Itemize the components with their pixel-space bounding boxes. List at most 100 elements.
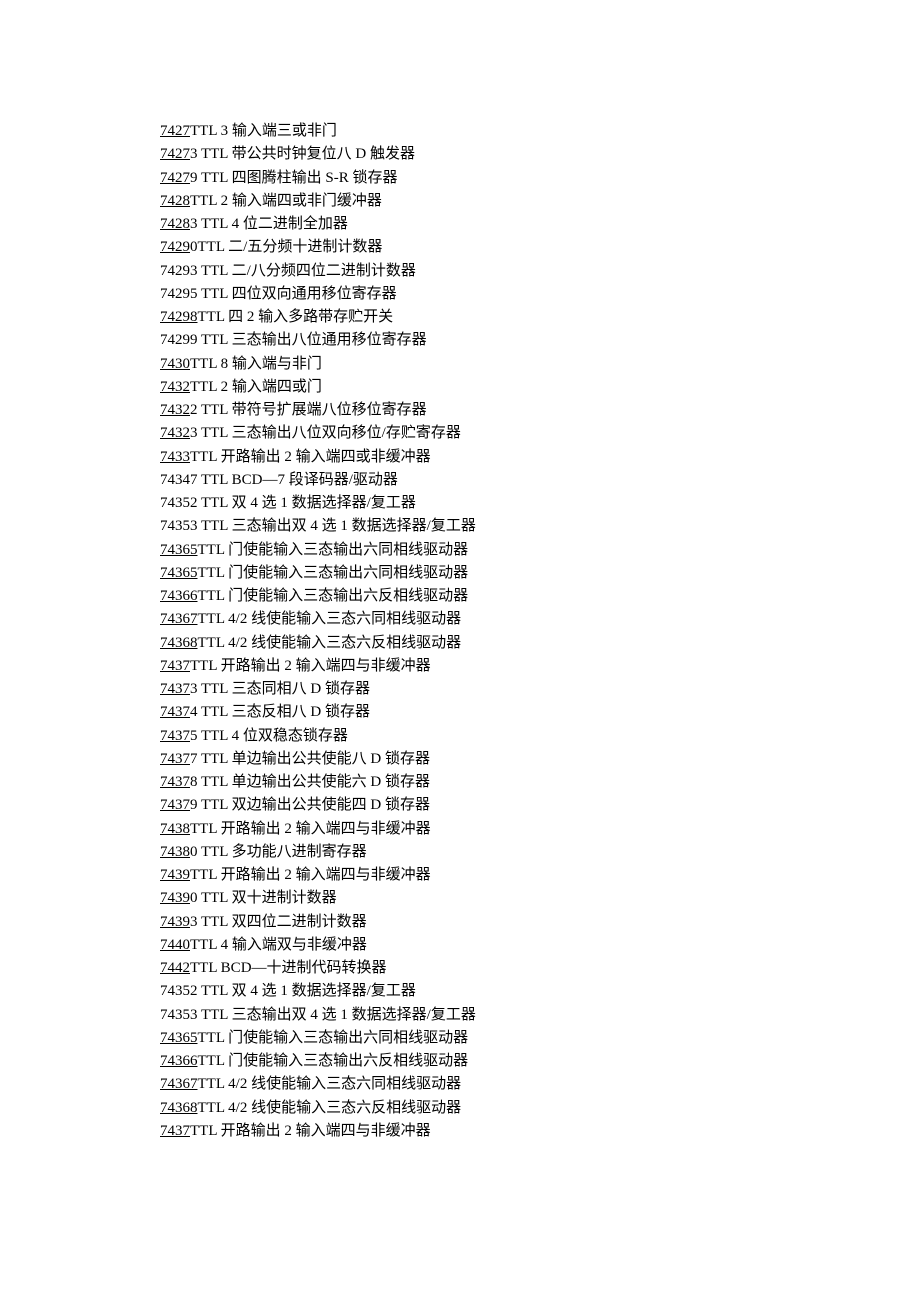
list-item: 74352 TTL 双 4 选 1 数据选择器/复工器	[160, 492, 920, 515]
list-item: 74352 TTL 双 4 选 1 数据选择器/复工器	[160, 980, 920, 1003]
list-item: 74279 TTL 四图腾柱输出 S-R 锁存器	[160, 167, 920, 190]
part-description: TTL 2 输入端四或非门缓冲器	[190, 193, 382, 209]
part-description: TTL 开路输出 2 输入端四与非缓冲器	[190, 658, 431, 674]
part-number-link[interactable]: 7437	[160, 774, 190, 790]
part-number-link[interactable]: 7429	[160, 239, 190, 255]
list-item: 74368TTL 4/2 线使能输入三态六反相线驱动器	[160, 632, 920, 655]
part-description: TTL 4 输入端双与非缓冲器	[190, 937, 367, 953]
part-description: 74293 TTL 二/八分频四位二进制计数器	[160, 263, 416, 279]
part-description: TTL 4/2 线使能输入三态六同相线驱动器	[198, 1076, 462, 1092]
list-item: 74366TTL 门使能输入三态输出六反相线驱动器	[160, 585, 920, 608]
list-item: 74367TTL 4/2 线使能输入三态六同相线驱动器	[160, 608, 920, 631]
list-item: 74365TTL 门使能输入三态输出六同相线驱动器	[160, 562, 920, 585]
part-number-link[interactable]: 74365	[160, 542, 198, 558]
part-description: 3 TTL 带公共时钟复位八 D 触发器	[190, 146, 415, 162]
part-number-link[interactable]: 74368	[160, 635, 198, 651]
part-number-link[interactable]: 74298	[160, 309, 198, 325]
part-number-link[interactable]: 74366	[160, 1053, 198, 1069]
part-number-link[interactable]: 74366	[160, 588, 198, 604]
part-number-link[interactable]: 7432	[160, 402, 190, 418]
list-item: 74290TTL 二/五分频十进制计数器	[160, 236, 920, 259]
part-number-link[interactable]: 74368	[160, 1100, 198, 1116]
part-description: TTL 8 输入端与非门	[190, 356, 322, 372]
list-item: 74380 TTL 多功能八进制寄存器	[160, 841, 920, 864]
part-number-link[interactable]: 7428	[160, 193, 190, 209]
part-number-link[interactable]: 7437	[160, 728, 190, 744]
list-item: 7442TTL BCD—十进制代码转换器	[160, 957, 920, 980]
part-description: 2 TTL 带符号扩展端八位移位寄存器	[190, 402, 427, 418]
part-description: 9 TTL 四图腾柱输出 S-R 锁存器	[190, 170, 398, 186]
part-number-link[interactable]: 7432	[160, 379, 190, 395]
list-item: 74375 TTL 4 位双稳态锁存器	[160, 725, 920, 748]
list-item: 7430TTL 8 输入端与非门	[160, 353, 920, 376]
part-number-link[interactable]: 7432	[160, 425, 190, 441]
list-item: 74393 TTL 双四位二进制计数器	[160, 911, 920, 934]
list-item: 7439TTL 开路输出 2 输入端四与非缓冲器	[160, 864, 920, 887]
part-description: 0TTL 二/五分频十进制计数器	[190, 239, 382, 255]
list-item: 74323 TTL 三态输出八位双向移位/存贮寄存器	[160, 422, 920, 445]
part-description: 3 TTL 三态同相八 D 锁存器	[190, 681, 370, 697]
part-description: 3 TTL 双四位二进制计数器	[190, 914, 367, 930]
list-item: 7433TTL 开路输出 2 输入端四或非缓冲器	[160, 446, 920, 469]
list-item: 7438TTL 开路输出 2 输入端四与非缓冲器	[160, 818, 920, 841]
part-number-link[interactable]: 7439	[160, 890, 190, 906]
part-description: 9 TTL 双边输出公共使能四 D 锁存器	[190, 797, 430, 813]
part-number-link[interactable]: 7439	[160, 867, 190, 883]
part-description: TTL 3 输入端三或非门	[190, 123, 337, 139]
part-number-link[interactable]: 7439	[160, 914, 190, 930]
part-description: 4 TTL 三态反相八 D 锁存器	[190, 704, 370, 720]
part-number-link[interactable]: 7437	[160, 797, 190, 813]
part-number-link[interactable]: 74365	[160, 565, 198, 581]
part-description: TTL 门使能输入三态输出六同相线驱动器	[198, 1030, 469, 1046]
part-description: 0 TTL 多功能八进制寄存器	[190, 844, 367, 860]
part-description: 74353 TTL 三态输出双 4 选 1 数据选择器/复工器	[160, 518, 476, 534]
part-description: TTL 门使能输入三态输出六同相线驱动器	[198, 542, 469, 558]
list-item: 7437TTL 开路输出 2 输入端四与非缓冲器	[160, 1120, 920, 1143]
part-description: 7 TTL 单边输出公共使能八 D 锁存器	[190, 751, 430, 767]
part-number-link[interactable]: 7440	[160, 937, 190, 953]
list-item: 74373 TTL 三态同相八 D 锁存器	[160, 678, 920, 701]
part-number-link[interactable]: 7438	[160, 821, 190, 837]
part-description: 0 TTL 双十进制计数器	[190, 890, 337, 906]
list-item: 74298TTL 四 2 输入多路带存贮开关	[160, 306, 920, 329]
part-number-link[interactable]: 7427	[160, 170, 190, 186]
part-number-link[interactable]: 74367	[160, 611, 198, 627]
part-description: 74353 TTL 三态输出双 4 选 1 数据选择器/复工器	[160, 1007, 476, 1023]
list-item: 7440TTL 4 输入端双与非缓冲器	[160, 934, 920, 957]
list-item: 74295 TTL 四位双向通用移位寄存器	[160, 283, 920, 306]
part-number-link[interactable]: 7438	[160, 844, 190, 860]
part-number-link[interactable]: 7427	[160, 146, 190, 162]
part-number-link[interactable]: 7427	[160, 123, 190, 139]
part-number-link[interactable]: 74365	[160, 1030, 198, 1046]
list-item: 7432TTL 2 输入端四或门	[160, 376, 920, 399]
part-description: 8 TTL 单边输出公共使能六 D 锁存器	[190, 774, 430, 790]
part-description: 74347 TTL BCD—7 段译码器/驱动器	[160, 472, 398, 488]
part-description: TTL 门使能输入三态输出六同相线驱动器	[198, 565, 469, 581]
part-number-link[interactable]: 7430	[160, 356, 190, 372]
part-description: TTL 2 输入端四或门	[190, 379, 322, 395]
list-item: 74390 TTL 双十进制计数器	[160, 887, 920, 910]
part-description: TTL 四 2 输入多路带存贮开关	[198, 309, 394, 325]
part-number-link[interactable]: 74367	[160, 1076, 198, 1092]
list-item: 74347 TTL BCD—7 段译码器/驱动器	[160, 469, 920, 492]
part-description: TTL 开路输出 2 输入端四与非缓冲器	[190, 1123, 431, 1139]
list-item: 74378 TTL 单边输出公共使能六 D 锁存器	[160, 771, 920, 794]
part-description: TTL 开路输出 2 输入端四与非缓冲器	[190, 821, 431, 837]
part-number-link[interactable]: 7433	[160, 449, 190, 465]
list-item: 74283 TTL 4 位二进制全加器	[160, 213, 920, 236]
part-number-link[interactable]: 7437	[160, 1123, 190, 1139]
list-item: 74368TTL 4/2 线使能输入三态六反相线驱动器	[160, 1097, 920, 1120]
part-description: 5 TTL 4 位双稳态锁存器	[190, 728, 348, 744]
list-item: 74293 TTL 二/八分频四位二进制计数器	[160, 260, 920, 283]
part-number-link[interactable]: 7428	[160, 216, 190, 232]
part-description: 3 TTL 三态输出八位双向移位/存贮寄存器	[190, 425, 461, 441]
list-item: 74365TTL 门使能输入三态输出六同相线驱动器	[160, 1027, 920, 1050]
part-number-link[interactable]: 7437	[160, 704, 190, 720]
list-item: 7427TTL 3 输入端三或非门	[160, 120, 920, 143]
part-description: 74295 TTL 四位双向通用移位寄存器	[160, 286, 397, 302]
part-number-link[interactable]: 7442	[160, 960, 190, 976]
part-number-link[interactable]: 7437	[160, 681, 190, 697]
part-description: TTL 4/2 线使能输入三态六反相线驱动器	[198, 1100, 462, 1116]
part-number-link[interactable]: 7437	[160, 751, 190, 767]
part-number-link[interactable]: 7437	[160, 658, 190, 674]
